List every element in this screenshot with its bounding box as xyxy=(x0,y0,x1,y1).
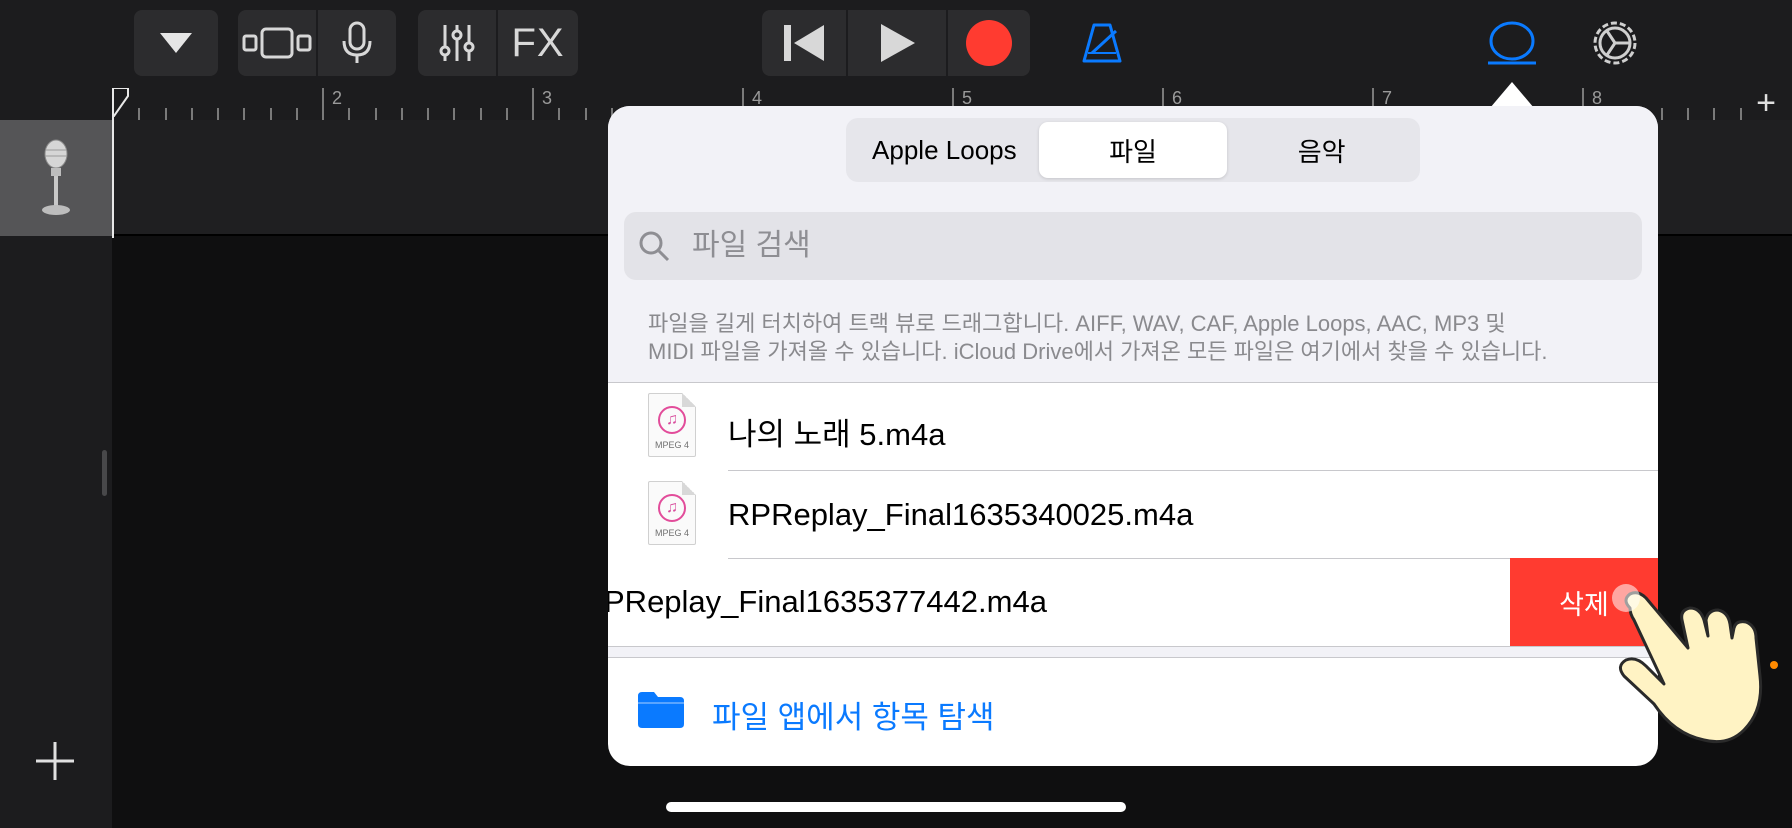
popover-arrow xyxy=(1490,82,1534,108)
section-separator xyxy=(608,646,1658,658)
ruler-tick xyxy=(532,88,534,120)
microphone-track-icon xyxy=(42,139,70,215)
list-item[interactable]: ♫ MPEG 4 RPReplay_Final1635340025.m4a xyxy=(608,471,1658,559)
list-item-swiped[interactable]: PReplay_Final1635377442.m4a 삭제 xyxy=(608,558,1658,646)
file-name: 나의 노래 5.m4a xyxy=(728,417,946,452)
tab-apple-loops[interactable]: Apple Loops xyxy=(850,122,1039,178)
tracks-view-button[interactable] xyxy=(238,10,316,76)
settings-gear-icon xyxy=(1593,21,1637,65)
tab-files[interactable]: 파일 xyxy=(1038,122,1228,178)
tracks-view-icon xyxy=(242,27,312,59)
ruler-tick xyxy=(164,108,167,120)
loop-browser-button[interactable] xyxy=(1482,10,1542,76)
transport-group xyxy=(762,10,1030,76)
browse-files-app-button[interactable]: 파일 앱에서 항목 탐색 xyxy=(608,658,1658,766)
audio-file-icon: ♫ MPEG 4 xyxy=(648,393,696,457)
ruler-tick xyxy=(269,108,272,120)
search-icon xyxy=(639,231,670,262)
search-bar[interactable] xyxy=(624,212,1642,280)
browser-view-icon xyxy=(134,10,218,76)
ruler-tick xyxy=(1739,108,1742,120)
folder-icon xyxy=(638,692,684,728)
play-button[interactable] xyxy=(846,10,946,76)
resize-handle[interactable] xyxy=(102,450,107,496)
music-note-icon: ♫ xyxy=(658,494,686,522)
mixer-button[interactable] xyxy=(418,10,496,76)
fx-button[interactable]: FX xyxy=(496,10,578,76)
browse-label: 파일 앱에서 항목 탐색 xyxy=(712,700,995,735)
ruler-tick xyxy=(558,108,561,120)
ruler-tick xyxy=(505,108,508,120)
browser-segmented-control: Apple Loops 파일 음악 xyxy=(846,118,1420,182)
ruler-tick xyxy=(374,108,377,120)
metronome-button[interactable] xyxy=(1074,10,1130,76)
mixer-icon xyxy=(439,25,475,61)
status-dot xyxy=(1770,661,1778,669)
ruler-tick xyxy=(584,108,587,120)
settings-button[interactable] xyxy=(1584,10,1646,76)
ruler-mark: 3 xyxy=(542,88,553,108)
play-icon xyxy=(881,24,915,62)
file-name: RPReplay_Final1635340025.m4a xyxy=(728,497,1194,532)
ruler-tick xyxy=(453,108,456,120)
microphone-button[interactable] xyxy=(316,10,396,76)
ruler-tick xyxy=(348,108,351,120)
add-track-button[interactable] xyxy=(34,740,76,787)
microphone-icon xyxy=(342,21,372,63)
loop-browser-icon xyxy=(1488,21,1536,65)
home-indicator[interactable] xyxy=(666,802,1126,812)
track-header[interactable] xyxy=(0,120,112,236)
file-type-label: MPEG 4 xyxy=(654,440,689,450)
ruler-tick xyxy=(1687,108,1689,120)
fx-label: FX xyxy=(511,20,565,65)
playhead-handle-icon xyxy=(112,88,129,117)
ruler-tick xyxy=(1660,108,1663,120)
search-input[interactable] xyxy=(692,229,1592,263)
help-text-line: 파일을 길게 터치하여 트랙 뷰로 드래그합니다. AIFF, WAV, CAF… xyxy=(648,311,1506,336)
toolbar: FX xyxy=(0,0,1792,86)
ruler-tick xyxy=(479,108,482,120)
ruler-mark: 2 xyxy=(332,88,343,108)
ruler-tick xyxy=(190,108,193,120)
ruler-tick xyxy=(138,108,141,120)
loop-browser-popover: Apple Loops 파일 음악 파일을 길게 터치하여 트랙 뷰로 드래그합… xyxy=(608,106,1658,766)
ruler-tick xyxy=(427,108,429,120)
popover-header: Apple Loops 파일 음악 파일을 길게 터치하여 트랙 뷰로 드래그합… xyxy=(608,106,1658,382)
view-controls-group xyxy=(238,10,396,76)
help-text: 파일을 길게 터치하여 트랙 뷰로 드래그합니다. AIFF, WAV, CAF… xyxy=(648,310,1638,366)
metronome-icon xyxy=(1082,23,1122,63)
list-item[interactable]: ♫ MPEG 4 나의 노래 5.m4a xyxy=(608,383,1658,471)
audio-file-icon: ♫ MPEG 4 xyxy=(648,481,696,545)
ruler-tick xyxy=(1713,108,1716,120)
file-type-label: MPEG 4 xyxy=(654,528,689,538)
mixer-fx-group: FX xyxy=(418,10,578,76)
ruler-tick xyxy=(217,108,219,120)
browser-view-button[interactable] xyxy=(134,10,218,76)
ruler-tick xyxy=(322,88,324,120)
rewind-icon xyxy=(784,25,824,61)
plus-icon xyxy=(36,742,74,780)
help-text-line: MIDI 파일을 가져올 수 있습니다. iCloud Drive에서 가져온 … xyxy=(648,339,1548,364)
ruler-tick xyxy=(295,108,298,120)
record-icon xyxy=(966,20,1012,66)
music-note-icon: ♫ xyxy=(658,406,686,434)
playhead[interactable] xyxy=(112,88,129,238)
file-name: PReplay_Final1635377442.m4a xyxy=(608,584,1047,619)
tab-music[interactable]: 음악 xyxy=(1227,122,1416,178)
pointing-hand-icon xyxy=(1604,580,1784,755)
add-section-button[interactable]: + xyxy=(1756,86,1776,120)
record-button[interactable] xyxy=(946,10,1030,76)
rewind-button[interactable] xyxy=(762,10,846,76)
ruler-tick xyxy=(243,108,246,120)
ruler-tick xyxy=(400,108,403,120)
